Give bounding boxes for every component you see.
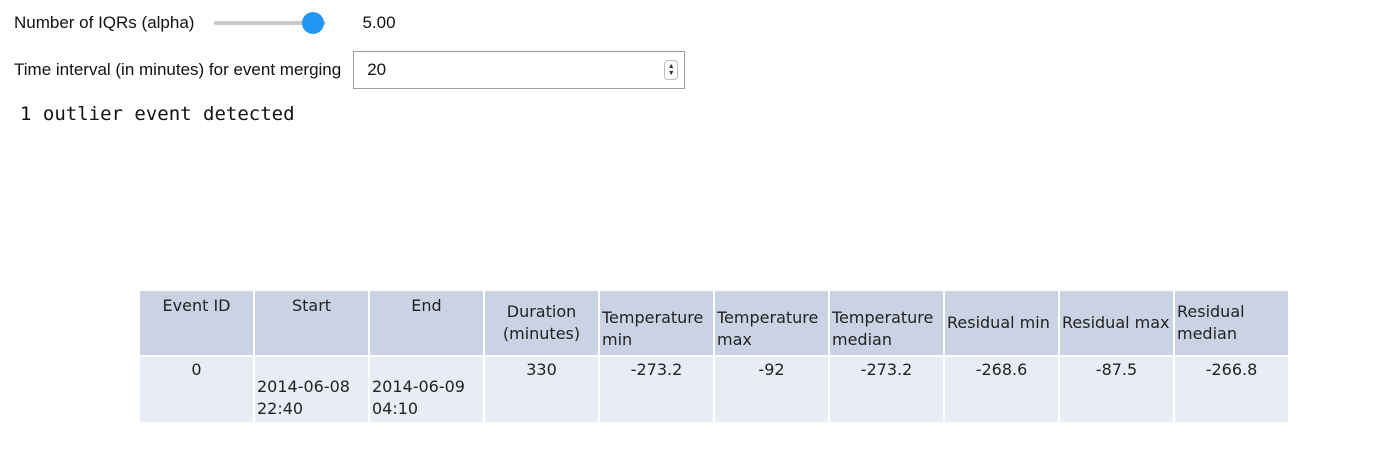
cell-residual-max: -87.5 — [1060, 355, 1173, 422]
chevron-up-icon[interactable]: ▲ — [668, 63, 675, 70]
cell-end: 2014-06-09 04:10 — [370, 355, 483, 422]
alpha-control: Number of IQRs (alpha) 5.00 — [14, 10, 396, 36]
table-row: 0 2014-06-08 22:40 2014-06-09 04:10 330 … — [140, 355, 1288, 422]
header-residual-max: Residual max — [1060, 291, 1173, 355]
interval-input-value[interactable]: 20 — [354, 60, 386, 80]
cell-event-id: 0 — [140, 355, 253, 422]
header-residual-median: Residual median — [1175, 291, 1288, 355]
header-temperature-median: Temperature median — [830, 291, 943, 355]
header-temperature-max: Temperature max — [715, 291, 828, 355]
header-event-id: Event ID — [140, 291, 253, 355]
cell-start: 2014-06-08 22:40 — [255, 355, 368, 422]
events-table: Event ID Start End Duration (minutes) Te… — [138, 291, 1290, 422]
cell-temperature-max: -92 — [715, 355, 828, 422]
cell-temperature-median: -273.2 — [830, 355, 943, 422]
interval-control: Time interval (in minutes) for event mer… — [14, 50, 686, 90]
outlier-count-output: 1 outlier event detected — [20, 103, 295, 125]
alpha-slider[interactable] — [212, 12, 327, 34]
cell-duration: 330 — [485, 355, 598, 422]
chevron-down-icon[interactable]: ▼ — [668, 70, 675, 77]
cell-residual-median: -266.8 — [1175, 355, 1288, 422]
header-start: Start — [255, 291, 368, 355]
table-header-row: Event ID Start End Duration (minutes) Te… — [140, 291, 1288, 355]
cell-residual-min: -268.6 — [945, 355, 1058, 422]
interval-input[interactable]: 20 ▲ ▼ — [353, 51, 686, 89]
alpha-value: 5.00 — [362, 13, 396, 32]
header-temperature-min: Temperature min — [600, 291, 713, 355]
slider-handle[interactable] — [301, 12, 324, 34]
spinner-icon[interactable]: ▲ ▼ — [664, 60, 679, 80]
alpha-label: Number of IQRs (alpha) — [14, 13, 195, 32]
interval-label: Time interval (in minutes) for event mer… — [14, 60, 342, 79]
cell-temperature-min: -273.2 — [600, 355, 713, 422]
header-duration: Duration (minutes) — [485, 291, 598, 355]
header-end: End — [370, 291, 483, 355]
header-residual-min: Residual min — [945, 291, 1058, 355]
